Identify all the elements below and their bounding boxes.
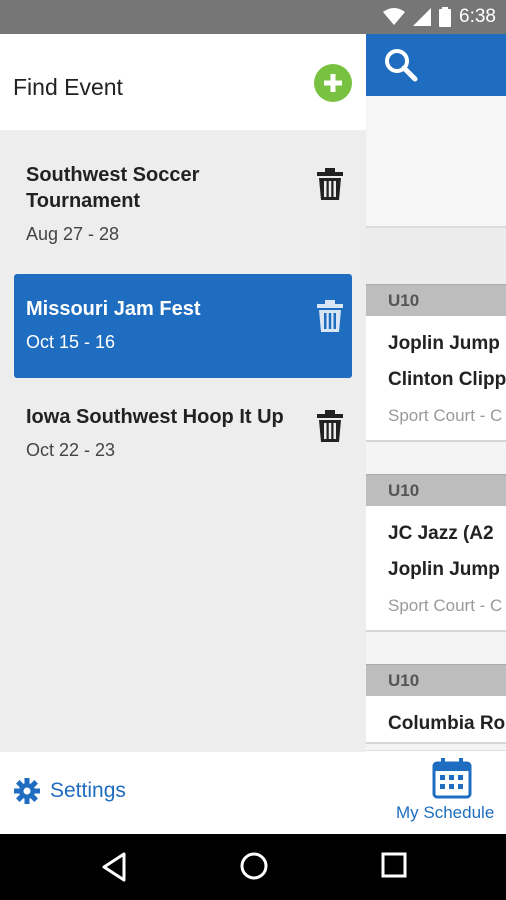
status-bar: 6:38 <box>0 0 506 34</box>
event-name: Iowa Southwest Hoop It Up <box>26 406 284 428</box>
drawer-header: Find Event <box>0 34 366 130</box>
signal-icon <box>413 8 432 26</box>
event-date: Oct 15 - 16 <box>26 332 116 352</box>
status-time: 6:38 <box>459 6 496 27</box>
event-name: Southwest Soccer Tournament <box>26 164 200 212</box>
delete-event-icon[interactable] <box>316 300 344 332</box>
event-list-item-selected[interactable]: Missouri Jam Fest Oct 15 - 16 <box>14 274 352 378</box>
event-list-item[interactable]: Iowa Southwest Hoop It Up Oct 22 - 23 <box>14 404 352 461</box>
battery-icon <box>439 7 452 27</box>
team-name: Columbia Ro <box>388 713 506 734</box>
schedule-screen: U10 Joplin Jump Clinton Clipp Sport Cour… <box>366 34 506 834</box>
add-event-button[interactable] <box>314 64 352 102</box>
recents-icon[interactable] <box>381 852 407 878</box>
app-toolbar <box>366 34 506 96</box>
wifi-icon <box>383 8 406 25</box>
game-card[interactable]: U10 Columbia Ro <box>366 664 506 744</box>
division-header: U10 <box>366 474 506 506</box>
status-icons: 6:38 <box>383 6 496 28</box>
filter-area <box>366 96 506 228</box>
system-nav-bar <box>0 834 506 900</box>
game-card[interactable]: U10 JC Jazz (A2 Joplin Jump Sport Court … <box>366 474 506 632</box>
calendar-icon[interactable] <box>432 757 472 799</box>
bottom-tab-bar: My Schedule <box>366 750 506 834</box>
search-icon[interactable] <box>384 48 418 82</box>
navigation-drawer: Find Event Southwest Soccer Tournament A… <box>0 34 366 834</box>
team-name: JC Jazz (A2 <box>388 523 494 544</box>
event-list-item[interactable]: Southwest Soccer Tournament Aug 27 - 28 <box>14 162 352 245</box>
team-name: Joplin Jump <box>388 333 500 354</box>
delete-event-icon[interactable] <box>316 168 344 200</box>
event-date: Oct 22 - 23 <box>26 440 116 460</box>
drawer-footer: Settings <box>0 752 366 834</box>
settings-label: Settings <box>50 779 126 802</box>
team-name: Clinton Clipp <box>388 369 506 390</box>
venue-text: Sport Court - C <box>388 596 503 615</box>
drawer-title: Find Event <box>13 74 123 100</box>
divider-band <box>366 228 506 286</box>
delete-event-icon[interactable] <box>316 410 344 442</box>
back-icon[interactable] <box>100 852 128 882</box>
division-header: U10 <box>366 664 506 696</box>
event-date: Aug 27 - 28 <box>26 224 120 244</box>
game-card[interactable]: U10 Joplin Jump Clinton Clipp Sport Cour… <box>366 284 506 442</box>
team-name: Joplin Jump <box>388 559 500 580</box>
tab-my-schedule[interactable]: My Schedule <box>396 803 494 823</box>
gear-icon <box>14 778 40 804</box>
settings-button[interactable]: Settings <box>14 778 126 804</box>
event-name: Missouri Jam Fest <box>26 298 201 320</box>
venue-text: Sport Court - C <box>388 406 503 425</box>
home-icon[interactable] <box>239 851 269 881</box>
division-header: U10 <box>366 284 506 316</box>
plus-icon <box>324 74 342 92</box>
